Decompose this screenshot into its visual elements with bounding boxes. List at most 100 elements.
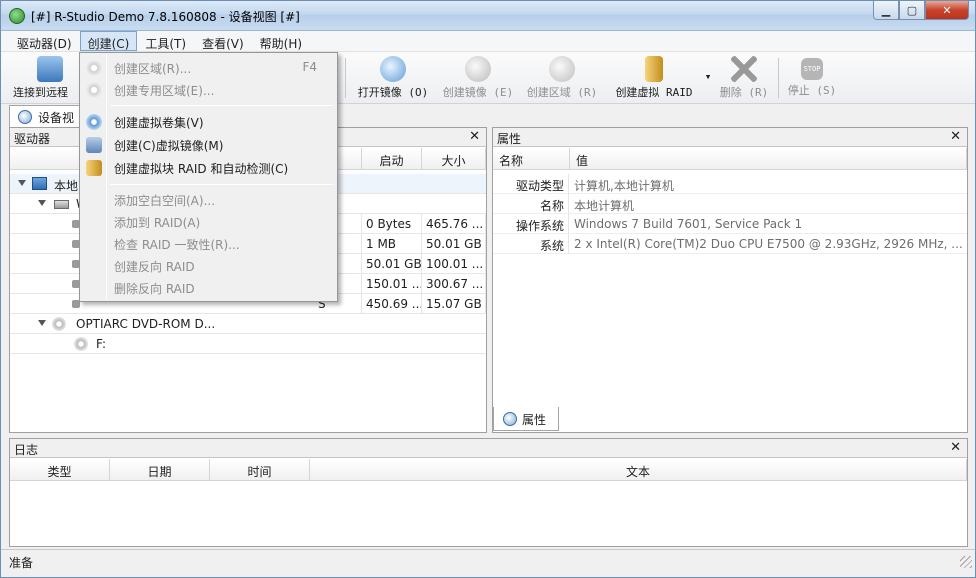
menu-create-reverse-raid[interactable]: 创建反向 RAID bbox=[82, 255, 335, 277]
raid-dropdown-arrow[interactable]: ▾ bbox=[701, 70, 715, 116]
partition-start: 1 MB bbox=[362, 234, 422, 254]
menu-create-region-shortcut: F4 bbox=[302, 60, 317, 74]
property-row[interactable]: 名称 本地计算机 bbox=[493, 194, 967, 214]
menu-create[interactable]: 创建(C) bbox=[79, 31, 138, 51]
property-name: 系统 bbox=[493, 234, 569, 254]
menu-view[interactable]: 查看(V) bbox=[194, 31, 252, 51]
menu-help[interactable]: 帮助(H) bbox=[252, 31, 310, 51]
menu-create-virtual-volume-set[interactable]: 创建虚拟卷集(V) bbox=[82, 111, 335, 133]
property-name: 名称 bbox=[493, 194, 569, 214]
drives-panel-close-icon[interactable]: ✕ bbox=[469, 129, 480, 144]
volume-set-icon bbox=[86, 114, 102, 130]
open-image-icon bbox=[380, 56, 406, 82]
col-head-size[interactable]: 大小 bbox=[422, 148, 486, 170]
create-region-button[interactable]: 创建区域 (R) bbox=[525, 56, 599, 102]
menu-tools[interactable]: 工具(T) bbox=[137, 31, 194, 51]
status-bar: 准备 bbox=[1, 549, 975, 571]
col-head-start[interactable]: 启动 bbox=[362, 148, 422, 170]
partition-start: 150.01 ... bbox=[362, 274, 422, 294]
menu-delete-reverse-raid[interactable]: 删除反向 RAID bbox=[82, 277, 335, 299]
property-row[interactable]: 操作系统 Windows 7 Build 7601, Service Pack … bbox=[493, 214, 967, 234]
drive-name: F: bbox=[96, 337, 107, 351]
connect-remote-button[interactable]: 连接到远程 bbox=[13, 56, 79, 102]
properties-panel-title: 属性 bbox=[497, 132, 522, 146]
col-head-log-time[interactable]: 时间 bbox=[210, 459, 310, 481]
menu-create-dedicated-region[interactable]: 创建专用区域(E)... bbox=[82, 79, 335, 101]
menu-drives[interactable]: 驱动器(D) bbox=[9, 31, 80, 51]
col-head-log-type[interactable]: 类型 bbox=[10, 459, 110, 481]
drives-panel-title: 驱动器 bbox=[14, 132, 51, 146]
device-view-icon bbox=[18, 110, 32, 124]
drive-name: OPTIARC DVD-ROM D... bbox=[76, 317, 216, 331]
create-image-label: 创建镜像 (E) bbox=[442, 86, 514, 99]
create-image-button[interactable]: 创建镜像 (E) bbox=[441, 56, 515, 102]
maximize-button[interactable]: ▢ bbox=[899, 1, 925, 20]
properties-panel-header: 属性 ✕ bbox=[493, 128, 967, 147]
close-button[interactable]: ✕ bbox=[925, 1, 969, 20]
tab-device-view[interactable]: 设备视 bbox=[9, 105, 89, 127]
dvd-drive-icon bbox=[52, 317, 66, 331]
log-panel: 日志 ✕ 类型 日期 时间 文本 bbox=[9, 438, 968, 547]
properties-panel-close-icon[interactable]: ✕ bbox=[950, 129, 961, 144]
hard-disk-icon bbox=[54, 200, 69, 209]
property-row[interactable]: 驱动类型 计算机,本地计算机 bbox=[493, 174, 967, 194]
menu-separator bbox=[110, 184, 333, 185]
disc-icon bbox=[74, 337, 88, 351]
collapse-arrow-icon[interactable] bbox=[18, 180, 26, 186]
partition-size: 465.76 ... bbox=[422, 214, 486, 234]
menu-separator bbox=[110, 105, 333, 106]
property-value: Windows 7 Build 7601, Service Pack 1 bbox=[574, 217, 803, 231]
property-row[interactable]: 系统 2 x Intel(R) Core(TM)2 Duo CPU E7500 … bbox=[493, 234, 967, 254]
tab-properties-label: 属性 bbox=[522, 413, 547, 427]
delete-icon bbox=[731, 56, 757, 82]
menu-add-to-raid[interactable]: 添加到 RAID(A) bbox=[82, 211, 335, 233]
partition-size: 300.67 ... bbox=[422, 274, 486, 294]
menu-create-region-label: 创建区域(R)... bbox=[114, 62, 192, 76]
partition-size: 15.07 GB bbox=[422, 294, 486, 314]
col-head-log-text[interactable]: 文本 bbox=[310, 459, 967, 481]
table-row[interactable]: OPTIARC DVD-ROM D... bbox=[10, 314, 486, 334]
title-bar: [#] R-Studio Demo 7.8.160808 - 设备视图 [#] … bbox=[1, 1, 975, 31]
collapse-arrow-icon[interactable] bbox=[38, 200, 46, 206]
collapse-arrow-icon[interactable] bbox=[38, 320, 46, 326]
col-head-prop-value[interactable]: 值 bbox=[570, 148, 967, 170]
property-name: 操作系统 bbox=[493, 214, 569, 234]
col-head-prop-name[interactable]: 名称 bbox=[493, 148, 570, 170]
menu-delete-reverse-raid-label: 删除反向 RAID bbox=[114, 282, 195, 296]
stop-icon: STOP bbox=[801, 58, 823, 80]
delete-button[interactable]: 删除 (R) bbox=[719, 56, 769, 102]
raid-disks-icon bbox=[645, 56, 663, 82]
property-value: 本地计算机 bbox=[574, 199, 635, 213]
menu-create-virtual-mirror[interactable]: 创建(C)虚拟镜像(M) bbox=[82, 134, 335, 156]
properties-tab-icon bbox=[503, 412, 517, 426]
log-panel-title: 日志 bbox=[14, 443, 39, 457]
menu-check-raid-consistency[interactable]: 检查 RAID 一致性(R)... bbox=[82, 233, 335, 255]
open-image-button[interactable]: 打开镜像 (O) bbox=[357, 56, 429, 102]
create-image-icon bbox=[465, 56, 491, 82]
minimize-button[interactable]: ▁ bbox=[873, 1, 899, 20]
menu-create-virtual-block-raid[interactable]: 创建虚拟块 RAID 和自动检测(C) bbox=[82, 157, 335, 179]
property-value: 计算机,本地计算机 bbox=[574, 179, 674, 193]
table-row[interactable]: F: bbox=[10, 334, 486, 354]
mirror-disks-icon bbox=[86, 137, 102, 153]
menu-create-reverse-raid-label: 创建反向 RAID bbox=[114, 260, 195, 274]
open-image-label: 打开镜像 (O) bbox=[357, 86, 429, 99]
property-name: 驱动类型 bbox=[493, 174, 569, 194]
menu-create-virtual-mirror-label: 创建(C)虚拟镜像(M) bbox=[114, 139, 224, 153]
stop-button[interactable]: STOP 停止 (S) bbox=[787, 56, 837, 102]
disc-region-icon bbox=[549, 56, 575, 82]
partition-start: 450.69 ... bbox=[362, 294, 422, 314]
app-window: [#] R-Studio Demo 7.8.160808 - 设备视图 [#] … bbox=[0, 0, 976, 578]
log-panel-close-icon[interactable]: ✕ bbox=[950, 440, 961, 455]
app-logo-icon bbox=[9, 8, 25, 24]
menu-add-blank-space[interactable]: 添加空白空间(A)... bbox=[82, 189, 335, 211]
create-virtual-raid-button[interactable]: 创建虚拟 RAID bbox=[611, 56, 697, 102]
resize-grip-icon[interactable] bbox=[960, 556, 972, 568]
menu-create-region[interactable]: 创建区域(R)... F4 bbox=[82, 57, 335, 79]
menu-create-virtual-block-raid-label: 创建虚拟块 RAID 和自动检测(C) bbox=[114, 162, 289, 176]
tab-properties[interactable]: 属性 bbox=[493, 407, 559, 431]
col-head-log-date[interactable]: 日期 bbox=[110, 459, 210, 481]
delete-label: 删除 (R) bbox=[719, 86, 769, 99]
menu-add-to-raid-label: 添加到 RAID(A) bbox=[114, 216, 201, 230]
create-region-label: 创建区域 (R) bbox=[526, 86, 598, 99]
